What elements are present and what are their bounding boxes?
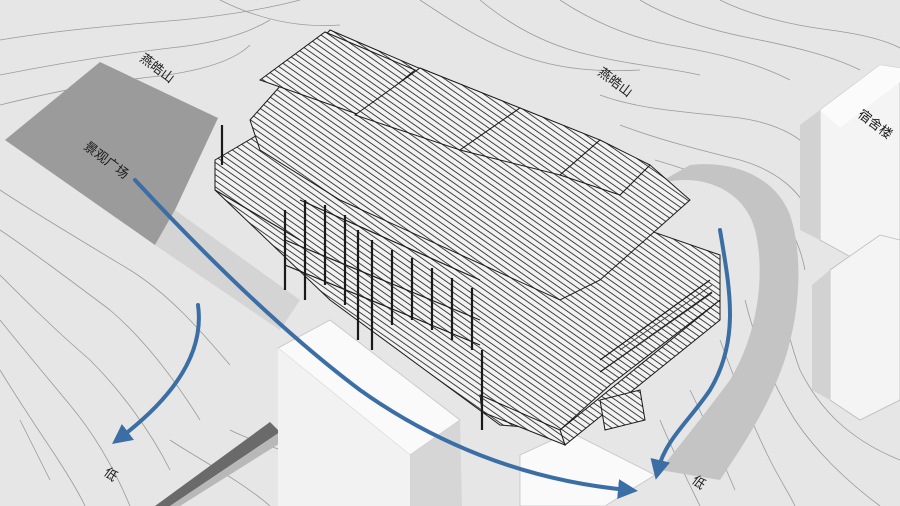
site-axonometric-diagram: 燕皓山 燕皓山 景观广场 宿舍楼 低 低 bbox=[0, 0, 900, 506]
site-scene bbox=[0, 0, 900, 506]
